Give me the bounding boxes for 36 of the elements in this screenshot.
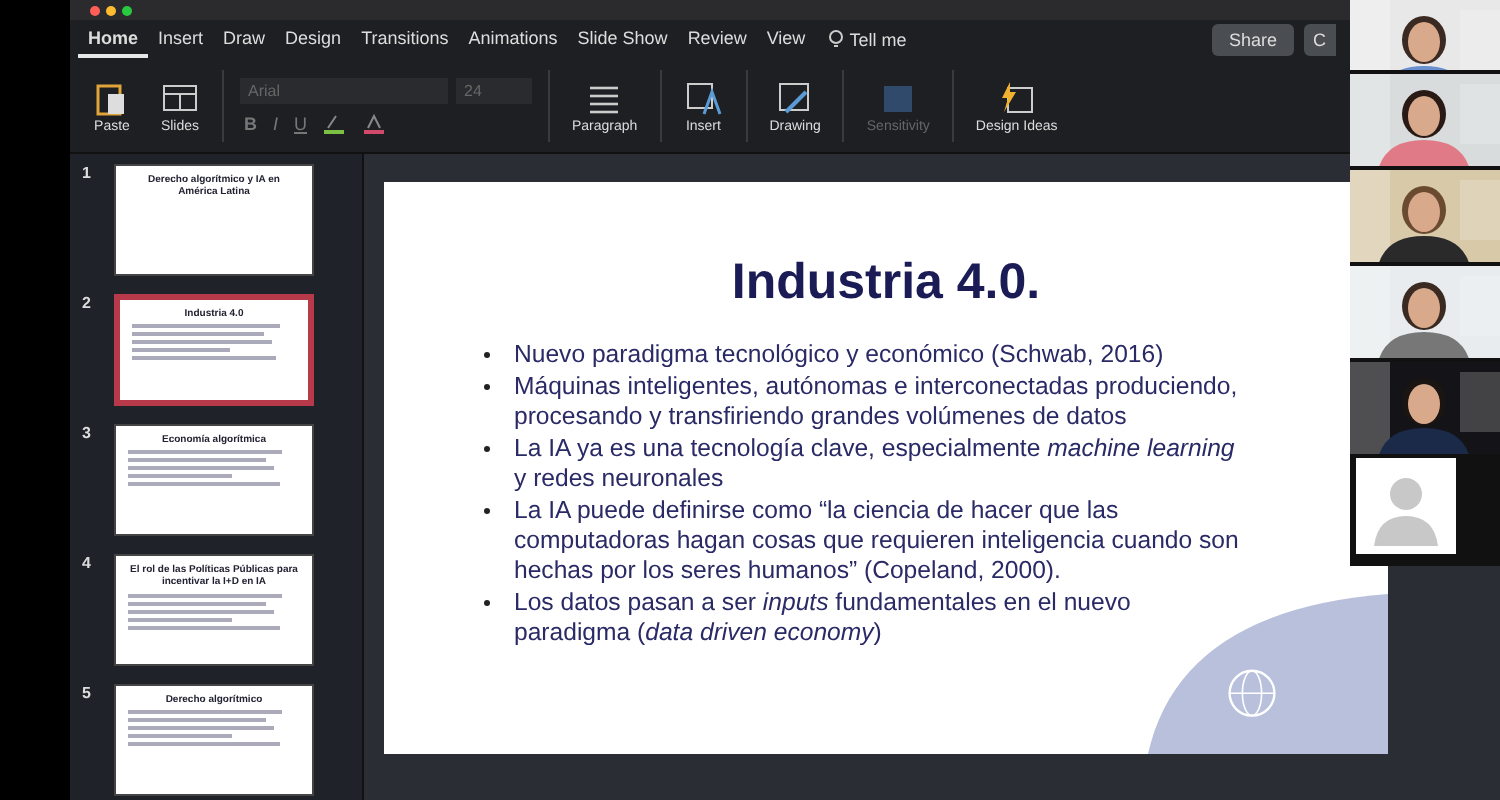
slide-number: 4: [82, 554, 93, 576]
slide-number: 1: [82, 164, 93, 186]
tell-me-field[interactable]: Tell me: [815, 30, 919, 50]
close-button[interactable]: [90, 5, 100, 15]
ribbon-tab[interactable]: View: [756, 22, 816, 58]
ribbon-tab[interactable]: Design: [275, 22, 352, 58]
ribbon-tab[interactable]: Transitions: [351, 22, 459, 58]
format-button[interactable]: I: [269, 114, 283, 134]
bullet-icon: [484, 384, 490, 390]
bullet-icon: [484, 352, 490, 358]
slide-number: 2: [82, 294, 93, 316]
format-button[interactable]: B: [240, 114, 261, 134]
text-box-icon: [683, 79, 724, 115]
format-button[interactable]: U: [290, 114, 312, 134]
lightbulb-icon: [827, 30, 844, 50]
slide-title: Industria 4.0.: [731, 254, 1041, 312]
minimize-button[interactable]: [106, 5, 116, 15]
zoom-button[interactable]: [122, 5, 132, 15]
lightning-icon: [996, 79, 1037, 115]
ribbon-tab[interactable]: Review: [677, 22, 757, 58]
bullet-icon: [484, 446, 490, 452]
slide-number: 5: [82, 684, 93, 706]
bullet-text: La IA puede definirse como “la ciencia de hacer que las computadoras hagan cosas que requieren inteligencia cuando son hechas por los seres humanos” (Copeland, 2000).: [514, 496, 1241, 586]
ribbon-tab[interactable]: Slide Show: [567, 22, 678, 58]
bullet-icon: [484, 600, 490, 606]
slide-number: 3: [82, 424, 93, 446]
share-button[interactable]: Share: [1212, 24, 1293, 56]
ribbon-tab[interactable]: Draw: [213, 22, 276, 58]
bullet-text: La IA ya es una tecnología clave, especialmente machine learning y redes neuronales: [514, 434, 1237, 494]
bullet-text: Los datos pasan a ser inputs fundamentales en el nuevo paradigma (data driven economy): [514, 588, 1133, 648]
layout-icon: [160, 79, 200, 115]
comments-button[interactable]: C: [1303, 24, 1336, 56]
ribbon-tab[interactable]: Animations: [458, 22, 568, 58]
bullet-icon: [484, 508, 490, 514]
ribbon-tab[interactable]: Insert: [148, 22, 214, 58]
bullet-text: Nuevo paradigma tecnológico y económico (Schwab, 2016): [514, 340, 1164, 370]
